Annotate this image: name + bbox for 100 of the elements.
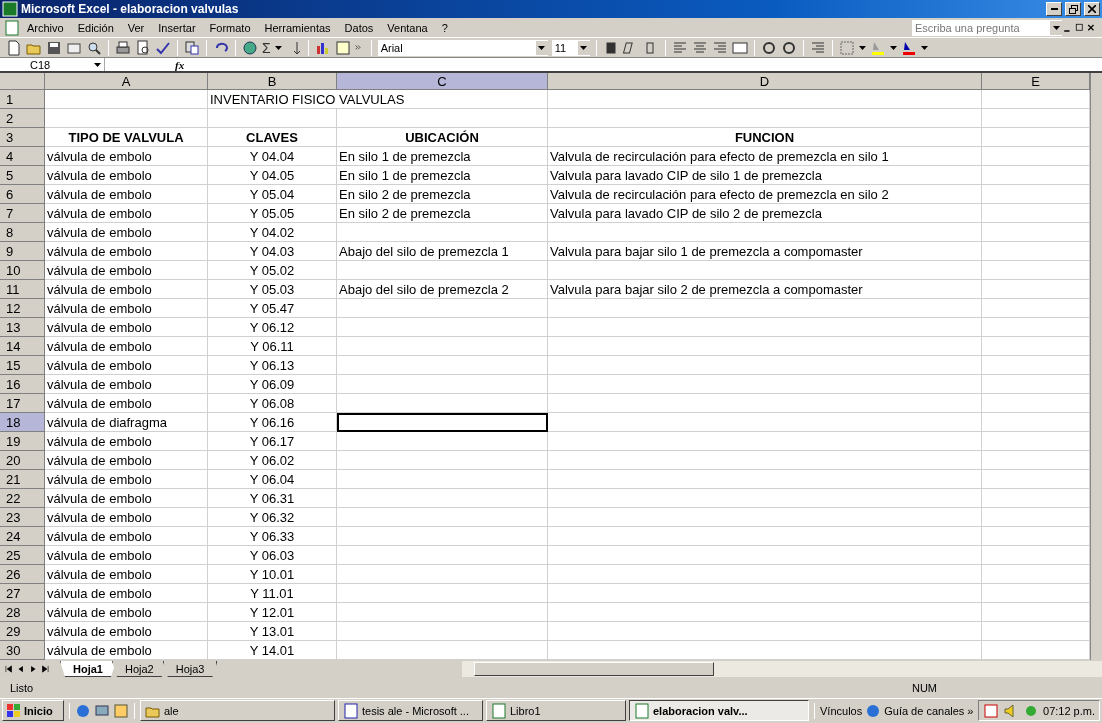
- align-right-icon[interactable]: [711, 39, 728, 56]
- row-header[interactable]: 8: [0, 223, 45, 242]
- select-all-button[interactable]: [0, 73, 45, 90]
- taskbar-button[interactable]: tesis ale - Microsoft ...: [338, 700, 483, 721]
- table-cell[interactable]: [548, 394, 982, 413]
- table-cell[interactable]: válvula de embolo: [45, 166, 208, 185]
- document-icon[interactable]: [4, 19, 20, 36]
- new-file-icon[interactable]: [6, 39, 22, 56]
- horizontal-scrollbar[interactable]: [462, 661, 1102, 677]
- table-cell[interactable]: Y 04.03: [208, 242, 337, 261]
- table-cell[interactable]: [548, 546, 982, 565]
- search-icon[interactable]: [86, 39, 102, 56]
- excel-icon[interactable]: [2, 1, 18, 17]
- toolbar-link[interactable]: Vínculos: [820, 704, 863, 717]
- table-cell[interactable]: [548, 508, 982, 527]
- table-cell[interactable]: [548, 223, 982, 242]
- indent-icon[interactable]: [809, 39, 826, 56]
- table-cell[interactable]: válvula de embolo: [45, 185, 208, 204]
- menu-item[interactable]: Archivo: [20, 21, 71, 34]
- table-cell[interactable]: [548, 337, 982, 356]
- table-cell[interactable]: Y 05.05: [208, 204, 337, 223]
- table-cell[interactable]: En silo 2 de premezcla: [337, 204, 548, 223]
- table-cell[interactable]: Y 12.01: [208, 603, 337, 622]
- table-cell[interactable]: Y 04.02: [208, 223, 337, 242]
- minimize-button[interactable]: [1046, 2, 1062, 16]
- row-header[interactable]: 21: [0, 470, 45, 489]
- table-cell[interactable]: [548, 489, 982, 508]
- help-search-field[interactable]: Escriba una pregunta: [912, 19, 1062, 36]
- table-cell[interactable]: [548, 603, 982, 622]
- restore-button[interactable]: [1065, 2, 1081, 16]
- paste-icon[interactable]: [184, 39, 200, 56]
- table-cell[interactable]: [548, 261, 982, 280]
- taskbar-button[interactable]: ale: [140, 700, 335, 721]
- close-button[interactable]: [1084, 2, 1100, 16]
- table-cell[interactable]: [337, 470, 548, 489]
- table-cell[interactable]: Y 06.13: [208, 356, 337, 375]
- column-header[interactable]: E: [982, 73, 1090, 90]
- table-cell[interactable]: Abajo del silo de premezcla 2: [337, 280, 548, 299]
- table-cell[interactable]: válvula de embolo: [45, 622, 208, 641]
- taskbar-button[interactable]: elaboracion valv...: [629, 700, 809, 721]
- align-center-icon[interactable]: [691, 39, 708, 56]
- table-cell[interactable]: [337, 299, 548, 318]
- table-cell[interactable]: Y 05.02: [208, 261, 337, 280]
- document-icon[interactable]: [343, 702, 359, 719]
- row-header[interactable]: 5: [0, 166, 45, 185]
- row-header[interactable]: 22: [0, 489, 45, 508]
- row-header[interactable]: 7: [0, 204, 45, 223]
- table-cell[interactable]: Y 10.01: [208, 565, 337, 584]
- table-cell[interactable]: Valvula para lavado CIP de silo 2 de premezcla: [548, 204, 982, 223]
- table-cell[interactable]: válvula de embolo: [45, 261, 208, 280]
- table-cell[interactable]: válvula de embolo: [45, 451, 208, 470]
- table-cell[interactable]: válvula de embolo: [45, 375, 208, 394]
- column-title[interactable]: CLAVES: [208, 128, 337, 147]
- row-header[interactable]: 9: [0, 242, 45, 261]
- table-cell[interactable]: Valvula para bajar silo 1 de premezcla a compomaster: [548, 242, 982, 261]
- spreadsheet-icon[interactable]: [491, 702, 507, 719]
- table-cell[interactable]: válvula de embolo: [45, 299, 208, 318]
- table-cell[interactable]: [548, 318, 982, 337]
- menu-item[interactable]: ?: [434, 21, 455, 34]
- table-cell[interactable]: Y 06.33: [208, 527, 337, 546]
- column-title[interactable]: UBICACIÓN: [337, 128, 548, 147]
- table-cell[interactable]: [337, 451, 548, 470]
- table-cell[interactable]: [548, 375, 982, 394]
- table-cell[interactable]: [548, 470, 982, 489]
- row-header[interactable]: 11: [0, 280, 45, 299]
- table-cell[interactable]: válvula de embolo: [45, 147, 208, 166]
- caret-icon[interactable]: [920, 45, 928, 50]
- caret-icon[interactable]: [274, 45, 282, 50]
- table-cell[interactable]: válvula de embolo: [45, 356, 208, 375]
- table-cell[interactable]: Y 06.12: [208, 318, 337, 337]
- table-cell[interactable]: [548, 413, 982, 432]
- table-cell[interactable]: válvula de embolo: [45, 242, 208, 261]
- menu-item[interactable]: Formato: [202, 21, 258, 34]
- browser-icon[interactable]: [75, 702, 91, 719]
- more-button[interactable]: »: [967, 704, 974, 717]
- row-header[interactable]: 28: [0, 603, 45, 622]
- table-cell[interactable]: [337, 603, 548, 622]
- table-cell[interactable]: válvula de embolo: [45, 489, 208, 508]
- table-cell[interactable]: Y 06.02: [208, 451, 337, 470]
- column-header[interactable]: D: [548, 73, 982, 90]
- table-cell[interactable]: Valvula de recirculación para efecto de premezcla en silo 1: [548, 147, 982, 166]
- table-cell[interactable]: [548, 622, 982, 641]
- table-cell[interactable]: [548, 451, 982, 470]
- menu-item[interactable]: Edición: [70, 21, 121, 34]
- column-header[interactable]: C: [337, 73, 548, 90]
- table-cell[interactable]: Valvula para bajar silo 2 de premezcla a compomaster: [548, 280, 982, 299]
- font-field[interactable]: Arial: [377, 39, 548, 56]
- menu-item[interactable]: Ventana: [380, 21, 435, 34]
- sheet-tab[interactable]: Hoja1: [60, 661, 116, 677]
- merge-icon[interactable]: [731, 39, 748, 56]
- table-cell[interactable]: [337, 565, 548, 584]
- row-header[interactable]: 27: [0, 584, 45, 603]
- preview-icon[interactable]: [135, 39, 151, 56]
- table-cell[interactable]: válvula de embolo: [45, 318, 208, 337]
- vertical-scrollbar[interactable]: [1090, 73, 1102, 660]
- table-cell[interactable]: [337, 432, 548, 451]
- table-cell[interactable]: [337, 527, 548, 546]
- column-title[interactable]: FUNCION: [548, 128, 982, 147]
- font-size-field[interactable]: 11: [551, 39, 590, 56]
- save-icon[interactable]: [46, 39, 62, 56]
